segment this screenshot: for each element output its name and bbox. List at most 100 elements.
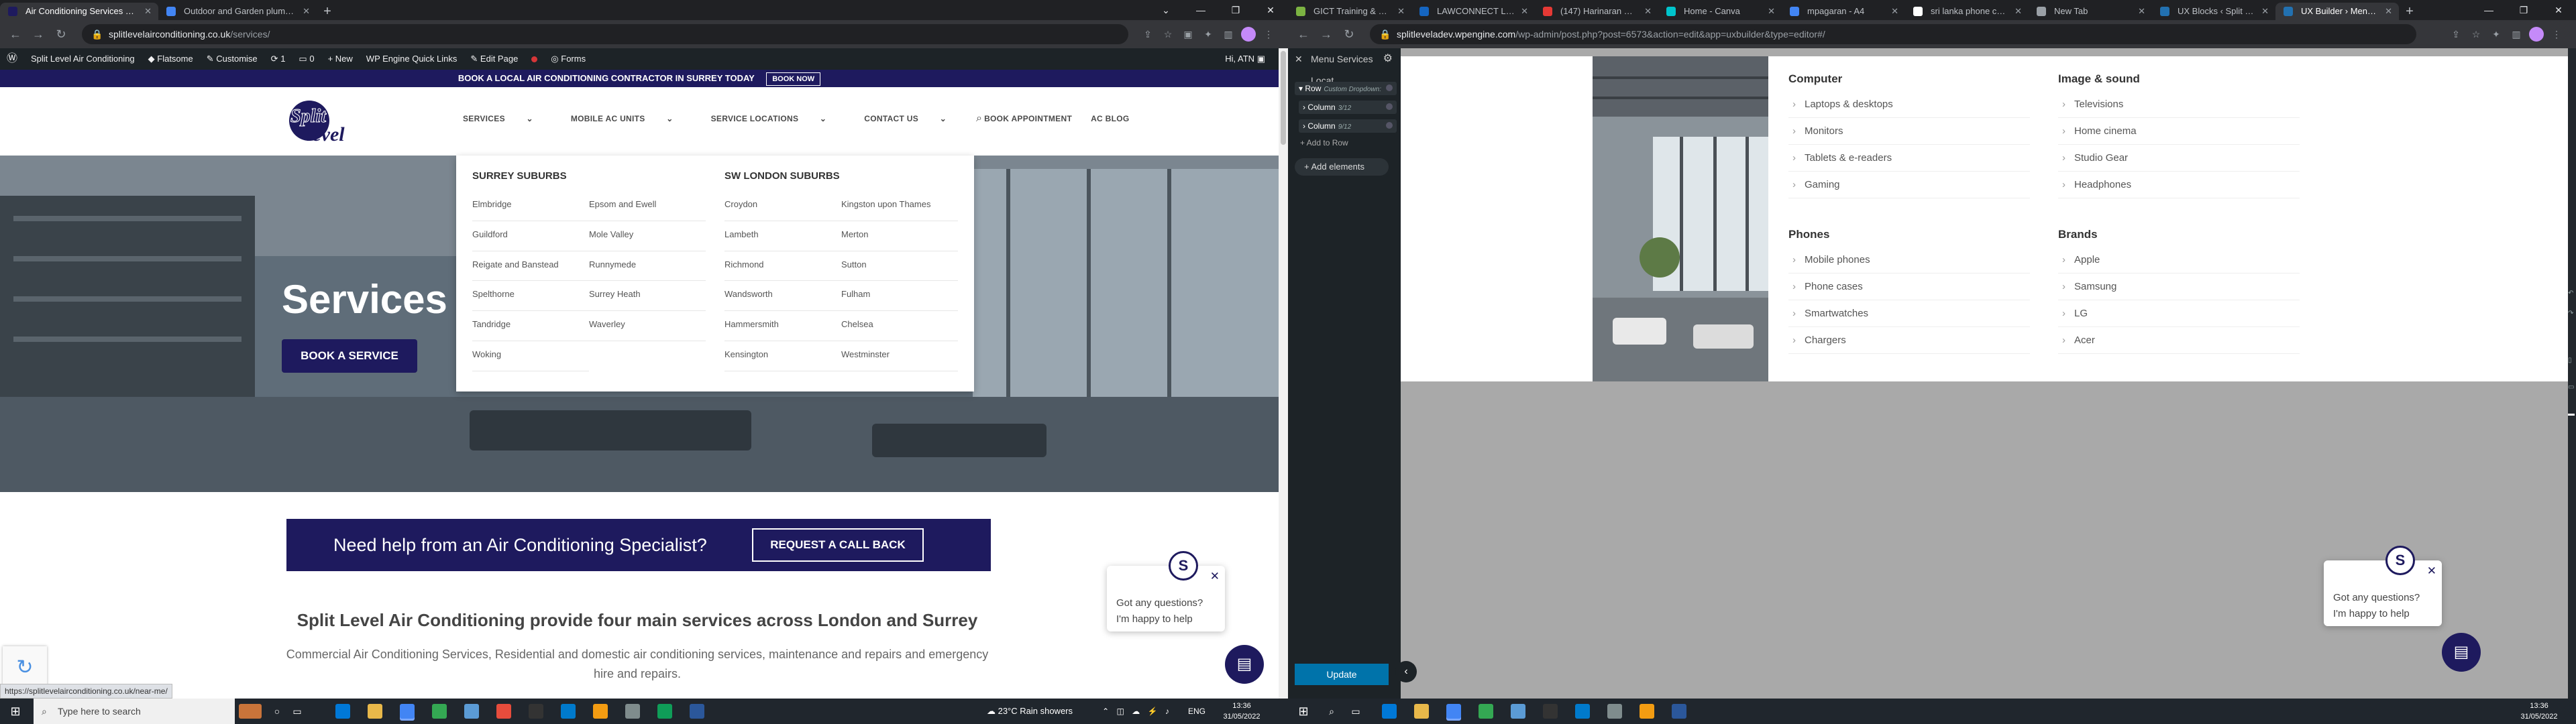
tab-google-search[interactable]: sri lanka phone code ✕	[1905, 3, 2029, 20]
category-link[interactable]: Headphones	[2058, 172, 2300, 198]
app-icon[interactable]	[464, 704, 479, 719]
split-level-logo[interactable]: Split level	[286, 97, 367, 149]
sidebar-icon[interactable]: ▥	[1218, 24, 1238, 44]
category-link[interactable]: Tablets & e-readers	[1788, 145, 2030, 172]
account-greeting[interactable]: Hi, ATN ▣	[1218, 48, 1272, 70]
category-link[interactable]: Laptops & desktops	[1788, 91, 2030, 118]
category-link[interactable]: Samsung	[2058, 274, 2300, 300]
restore-icon[interactable]: ❐	[1218, 0, 1253, 20]
recording-dot-icon[interactable]	[525, 48, 544, 70]
tab-new-tab[interactable]: New Tab ✕	[2029, 3, 2152, 20]
nav-services[interactable]: SERVICES ⌄	[463, 114, 552, 123]
tab-lawconnect[interactable]: LAWCONNECT LLC - Sri... ✕	[1411, 3, 1535, 20]
site-name-link[interactable]: Split Level Air Conditioning	[24, 48, 142, 70]
restore-icon[interactable]: ❐	[2506, 0, 2541, 20]
windows-start-icon[interactable]: ⊞	[0, 699, 31, 724]
customise-link[interactable]: ✎ Customise	[200, 48, 264, 70]
location-link[interactable]: Croydon	[724, 191, 841, 221]
new-content-link[interactable]: + New	[321, 48, 360, 70]
language-indicator[interactable]: ENG	[1183, 699, 1210, 724]
tablet-preview-icon[interactable]: ▭	[2568, 383, 2574, 391]
forward-icon[interactable]: →	[27, 27, 50, 42]
add-to-row-link[interactable]: + Add to Row	[1300, 138, 1348, 147]
category-link[interactable]: Home cinema	[2058, 118, 2300, 145]
app-icon[interactable]	[1607, 704, 1622, 719]
layer-options-icon[interactable]	[1386, 122, 1393, 129]
tab-search-icon[interactable]: ⌄	[1148, 0, 1183, 20]
wordpress-logo-icon[interactable]: Ⓦ	[0, 48, 24, 70]
category-link[interactable]: Televisions	[2058, 91, 2300, 118]
address-bar[interactable]: 🔒 splitlevelairconditioning.co.uk/servic…	[82, 24, 1128, 44]
location-link[interactable]: Sutton	[841, 251, 958, 282]
profile-avatar[interactable]	[1238, 24, 1258, 44]
search-icon[interactable]: ⌕	[976, 113, 982, 125]
tab-canva[interactable]: Home - Canva ✕	[1658, 3, 1782, 20]
settings-gear-icon[interactable]: ⚙	[1383, 48, 1393, 70]
location-link[interactable]: Fulham	[841, 281, 958, 312]
chrome-icon[interactable]	[400, 704, 415, 719]
forms-link[interactable]: ◎ Forms	[544, 48, 592, 70]
chat-launcher-button[interactable]: ▤	[2442, 633, 2481, 672]
tab-outdoor-plumbers[interactable]: Outdoor and Garden plumbers in Surrey ✕	[158, 3, 317, 20]
chat-launcher-button[interactable]: ▤	[1225, 645, 1264, 684]
tab-youtube[interactable]: (147) Harinaran & ... ✕	[1535, 3, 1658, 20]
category-link[interactable]: Monitors	[1788, 118, 2030, 145]
nav-mobile-ac-units[interactable]: MOBILE AC UNITS ⌄	[571, 114, 692, 123]
minimize-icon[interactable]: —	[2471, 0, 2506, 20]
task-view-icon[interactable]: ▭	[288, 699, 306, 724]
wp-engine-quick-links[interactable]: WP Engine Quick Links	[360, 48, 464, 70]
share-icon[interactable]: ⇪	[1138, 24, 1158, 44]
reload-icon[interactable]: ↻	[50, 27, 72, 42]
app-icon[interactable]	[657, 704, 672, 719]
scrollbar-thumb[interactable]	[1281, 51, 1286, 145]
layer-row[interactable]: ▾ RowCustom Dropdown: Wide	[1295, 82, 1397, 108]
location-link[interactable]: Wandsworth	[724, 281, 841, 312]
tab-mpagaran[interactable]: mpagaran - A4 ✕	[1782, 3, 1905, 20]
profile-avatar[interactable]	[2526, 24, 2546, 44]
redo-icon[interactable]: ↷	[2568, 310, 2573, 317]
category-link[interactable]: Studio Gear	[2058, 145, 2300, 172]
close-builder-icon[interactable]: ✕	[1295, 48, 1303, 70]
category-link[interactable]: Apple	[2058, 247, 2300, 274]
location-link[interactable]: Merton	[841, 221, 958, 251]
category-link[interactable]: Smartwatches	[1788, 300, 2030, 327]
system-tray-icons[interactable]: ⌃ ◫ ☁ ⚡ ♪	[1093, 699, 1181, 724]
book-now-button[interactable]: BOOK NOW	[766, 72, 821, 86]
add-elements-button[interactable]: + Add elements	[1295, 158, 1389, 176]
location-link[interactable]: Kensington	[724, 341, 841, 371]
location-link[interactable]: Spelthorne	[472, 281, 589, 312]
mobile-preview-icon[interactable]: ▯	[2568, 357, 2572, 364]
close-chat-icon[interactable]: ✕	[2427, 563, 2436, 579]
taskbar-search-box[interactable]: ⌕ Type here to search	[34, 699, 235, 724]
vscode-icon[interactable]	[1575, 704, 1590, 719]
updates-link[interactable]: ⟳ 1	[264, 48, 292, 70]
menu-kebab-icon[interactable]: ⋮	[2546, 24, 2567, 44]
category-link[interactable]: Gaming	[1788, 172, 2030, 198]
app-icon[interactable]	[625, 704, 640, 719]
app-icon[interactable]	[1511, 704, 1525, 719]
location-link[interactable]: Kingston upon Thames	[841, 191, 958, 221]
weather-widget[interactable]: ☁ 23°C Rain showers	[973, 699, 1087, 724]
cortana-icon[interactable]: ○	[268, 699, 286, 724]
location-link[interactable]: Richmond	[724, 251, 841, 282]
location-link[interactable]: Surrey Heath	[589, 281, 706, 312]
location-link[interactable]: Guildford	[472, 221, 589, 251]
location-link[interactable]: Epsom and Ewell	[589, 191, 706, 221]
chat-greeting-popup[interactable]: S ✕ Got any questions? I'm happy to help	[1107, 551, 1225, 631]
close-tab-icon[interactable]: ✕	[2385, 3, 2392, 20]
close-chat-icon[interactable]: ✕	[1210, 568, 1220, 585]
back-icon[interactable]: ←	[1292, 27, 1315, 42]
chat-greeting-popup[interactable]: S ✕ Got any questions? I'm happy to help	[2324, 546, 2442, 626]
forward-icon[interactable]: →	[1315, 27, 1338, 42]
extension-icon[interactable]: ▣	[1178, 24, 1198, 44]
location-link[interactable]: Tandridge	[472, 311, 589, 341]
sidebar-icon[interactable]: ▥	[2506, 24, 2526, 44]
close-tab-icon[interactable]: ✕	[1644, 3, 1652, 20]
back-icon[interactable]: ←	[4, 27, 27, 42]
close-tab-icon[interactable]: ✕	[303, 3, 310, 20]
close-tab-icon[interactable]: ✕	[1768, 3, 1775, 20]
tab-ux-blocks[interactable]: UX Blocks ‹ Split Level ✕	[2152, 3, 2275, 20]
close-window-icon[interactable]: ✕	[2541, 0, 2576, 20]
app-icon[interactable]	[496, 704, 511, 719]
nav-book-appointment[interactable]: BOOK APPOINTMENT	[984, 114, 1072, 123]
